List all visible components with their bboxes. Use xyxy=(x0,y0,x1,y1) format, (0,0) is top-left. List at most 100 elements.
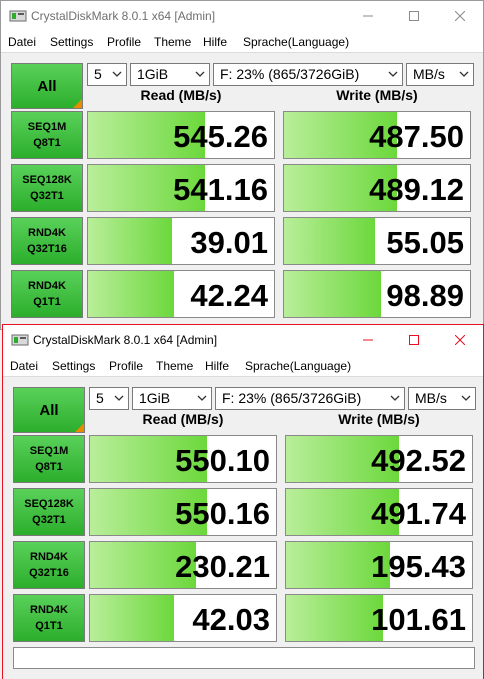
read-result-seq1m-q8t1: 550.10 xyxy=(89,435,277,483)
test-size-select[interactable]: 1GiB xyxy=(132,387,212,410)
menu-bar: Datei Settings Profile Theme Hilfe Sprac… xyxy=(3,355,483,377)
chevron-down-icon xyxy=(197,395,207,401)
cdm-window-front[interactable]: CrystalDiskMark 8.0.1 x64 [Admin] Datei … xyxy=(2,324,484,679)
close-button[interactable] xyxy=(437,1,483,31)
drive-select[interactable]: F: 23% (865/3726GiB) xyxy=(213,63,403,86)
window-title: CrystalDiskMark 8.0.1 x64 [Admin] xyxy=(33,333,218,347)
comment-field[interactable] xyxy=(13,647,475,669)
test-params: Q32T16 xyxy=(29,567,69,579)
write-result-rnd4k-q1t1: 98.89 xyxy=(283,270,471,318)
menu-theme[interactable]: Theme xyxy=(154,35,191,49)
read-result-seq1m-q8t1: 545.26 xyxy=(87,111,275,159)
result-bar xyxy=(284,271,381,317)
close-icon xyxy=(455,335,465,345)
result-bar xyxy=(88,271,174,317)
test-button-seq1m-q8t1[interactable]: SEQ1M Q8T1 xyxy=(13,435,85,483)
all-button-corner xyxy=(73,99,82,108)
result-value: 195.43 xyxy=(371,549,466,584)
test-name: SEQ1M xyxy=(27,121,67,133)
test-count-value: 5 xyxy=(94,66,102,82)
test-name: RND4K xyxy=(30,604,68,616)
test-params: Q32T1 xyxy=(30,190,64,202)
close-icon xyxy=(455,11,465,21)
read-result-seq128k-q32t1: 550.16 xyxy=(89,488,277,536)
menu-settings[interactable]: Settings xyxy=(52,359,95,373)
close-button[interactable] xyxy=(437,325,483,355)
result-value: 42.03 xyxy=(192,602,270,637)
write-result-seq128k-q32t1: 491.74 xyxy=(285,488,473,536)
unit-select[interactable]: MB/s xyxy=(406,63,474,86)
menu-theme[interactable]: Theme xyxy=(156,359,193,373)
write-column-header: Write (MB/s) xyxy=(338,411,420,427)
result-value: 39.01 xyxy=(190,225,268,260)
test-name: RND4K xyxy=(28,280,66,292)
read-result-rnd4k-q1t1: 42.03 xyxy=(89,594,277,642)
test-button-rnd4k-q32t16[interactable]: RND4K Q32T16 xyxy=(13,541,85,589)
minimize-button[interactable] xyxy=(345,1,391,31)
maximize-button[interactable] xyxy=(391,1,437,31)
unit-value: MB/s xyxy=(415,390,447,406)
menu-datei[interactable]: Datei xyxy=(8,35,36,49)
minimize-button[interactable] xyxy=(345,325,391,355)
chevron-down-icon xyxy=(388,71,398,77)
menu-language[interactable]: Sprache(Language) xyxy=(243,35,349,49)
menu-datei[interactable]: Datei xyxy=(10,359,38,373)
minimize-icon xyxy=(363,339,373,341)
test-button-rnd4k-q32t16[interactable]: RND4K Q32T16 xyxy=(11,217,83,265)
menu-settings[interactable]: Settings xyxy=(50,35,93,49)
maximize-button[interactable] xyxy=(391,325,437,355)
read-column-header: Read (MB/s) xyxy=(140,87,222,103)
test-count-select[interactable]: 5 xyxy=(89,387,129,410)
read-result-rnd4k-q32t16: 230.21 xyxy=(89,541,277,589)
benchmark-panel: All 5 1GiB F: 23% (865/3726GiB) MB/s Rea… xyxy=(3,377,483,679)
test-button-seq128k-q32t1[interactable]: SEQ128K Q32T1 xyxy=(11,164,83,212)
test-count-value: 5 xyxy=(96,390,104,406)
all-button[interactable]: All xyxy=(13,387,85,433)
read-result-rnd4k-q1t1: 42.24 xyxy=(87,270,275,318)
test-button-seq128k-q32t1[interactable]: SEQ128K Q32T1 xyxy=(13,488,85,536)
chevron-down-icon xyxy=(195,71,205,77)
result-value: 487.50 xyxy=(369,119,464,154)
test-button-seq1m-q8t1[interactable]: SEQ1M Q8T1 xyxy=(11,111,83,159)
all-button-label: All xyxy=(39,401,59,419)
test-button-rnd4k-q1t1[interactable]: RND4K Q1T1 xyxy=(11,270,83,318)
cdm-window-back[interactable]: CrystalDiskMark 8.0.1 x64 [Admin] Datei … xyxy=(0,0,484,330)
menu-language[interactable]: Sprache(Language) xyxy=(245,359,351,373)
write-result-rnd4k-q32t16: 55.05 xyxy=(283,217,471,265)
menu-profile[interactable]: Profile xyxy=(107,35,141,49)
result-value: 550.10 xyxy=(175,443,270,478)
test-name: SEQ128K xyxy=(24,498,74,510)
chevron-down-icon xyxy=(459,71,469,77)
drive-value: F: 23% (865/3726GiB) xyxy=(220,66,360,82)
test-name: SEQ128K xyxy=(22,174,72,186)
drive-select[interactable]: F: 23% (865/3726GiB) xyxy=(215,387,405,410)
result-value: 55.05 xyxy=(386,225,464,260)
test-size-select[interactable]: 1GiB xyxy=(130,63,210,86)
test-params: Q8T1 xyxy=(33,137,61,149)
menu-bar: Datei Settings Profile Theme Hilfe Sprac… xyxy=(1,31,483,53)
all-button-label: All xyxy=(37,77,57,95)
test-button-rnd4k-q1t1[interactable]: RND4K Q1T1 xyxy=(13,594,85,642)
menu-profile[interactable]: Profile xyxy=(109,359,143,373)
test-count-select[interactable]: 5 xyxy=(87,63,127,86)
unit-select[interactable]: MB/s xyxy=(408,387,476,410)
result-bar xyxy=(90,595,174,641)
title-bar[interactable]: CrystalDiskMark 8.0.1 x64 [Admin] xyxy=(1,1,483,31)
menu-hilfe[interactable]: Hilfe xyxy=(205,359,229,373)
drive-value: F: 23% (865/3726GiB) xyxy=(222,390,362,406)
result-value: 550.16 xyxy=(175,496,270,531)
test-name: RND4K xyxy=(28,227,66,239)
all-button[interactable]: All xyxy=(11,63,83,109)
test-params: Q1T1 xyxy=(35,620,63,632)
window-title: CrystalDiskMark 8.0.1 x64 [Admin] xyxy=(31,9,216,23)
chevron-down-icon xyxy=(390,395,400,401)
menu-hilfe[interactable]: Hilfe xyxy=(203,35,227,49)
result-value: 492.52 xyxy=(371,443,466,478)
result-bar xyxy=(286,595,383,641)
benchmark-panel: All 5 1GiB F: 23% (865/3726GiB) MB/s Rea… xyxy=(1,53,483,329)
maximize-icon xyxy=(409,11,419,21)
write-column-header: Write (MB/s) xyxy=(336,87,418,103)
minimize-icon xyxy=(363,15,373,17)
app-disk-icon xyxy=(9,10,27,22)
title-bar[interactable]: CrystalDiskMark 8.0.1 x64 [Admin] xyxy=(3,325,483,355)
